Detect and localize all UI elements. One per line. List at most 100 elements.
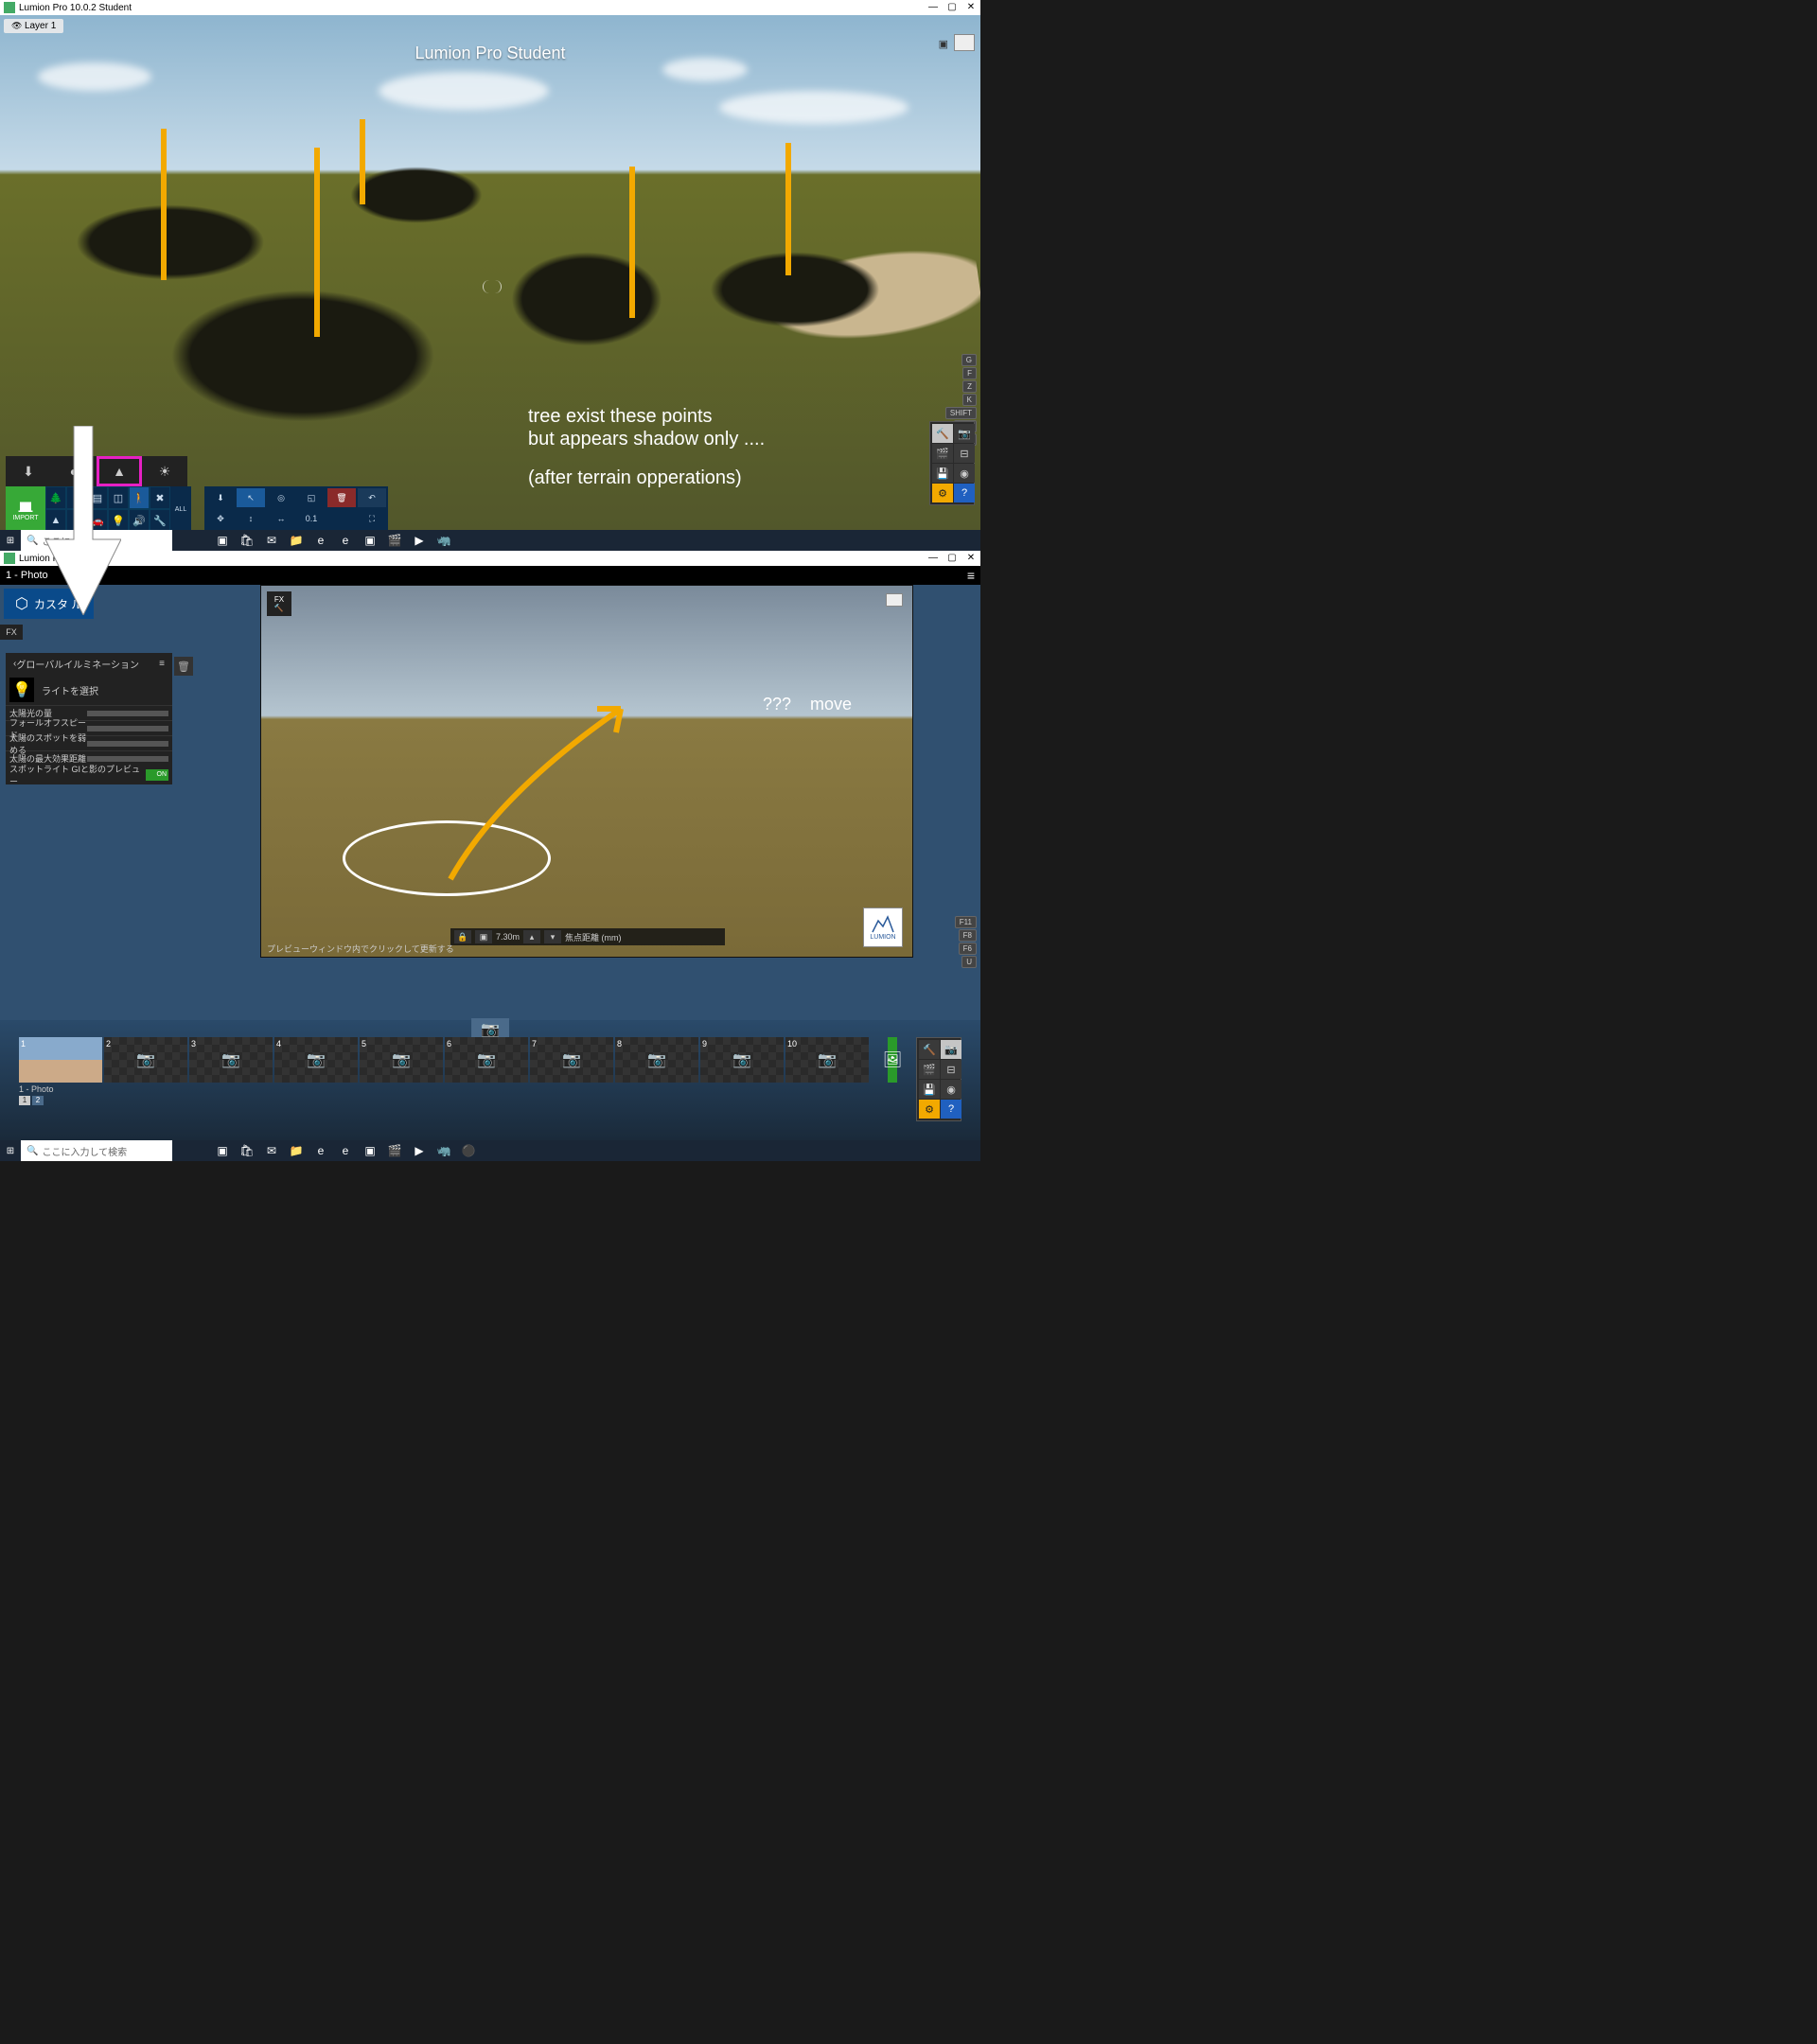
width-tool[interactable]: ↔ xyxy=(267,509,295,528)
panorama-mode[interactable]: ⊟ xyxy=(941,1060,961,1079)
photo-preview[interactable]: FX🔨 ??? move LUMION 🔒 ▣ 7.30m ▴ ▾ 焦点距離 (… xyxy=(260,585,913,958)
thumb-4[interactable]: 4📷 xyxy=(274,1037,358,1083)
build-mode[interactable]: 🔨 xyxy=(919,1040,940,1059)
thumb-6[interactable]: 6📷 xyxy=(445,1037,528,1083)
thumb-9[interactable]: 9📷 xyxy=(700,1037,784,1083)
lib-fx[interactable]: 🔧 xyxy=(150,509,170,530)
task-icon[interactable]: e xyxy=(333,1140,358,1161)
thumb-2[interactable]: 2📷 xyxy=(104,1037,187,1083)
task-icon[interactable]: 🛍 xyxy=(235,1140,259,1161)
lib-outdoor[interactable]: ▲ xyxy=(45,509,66,530)
save-button[interactable]: 💾 xyxy=(919,1080,940,1099)
materials-tab[interactable]: ◐ xyxy=(51,456,97,486)
import-button[interactable]: IMPORT xyxy=(6,486,45,530)
minimize-button[interactable]: — xyxy=(924,0,943,15)
files-button[interactable]: ◉ xyxy=(941,1080,961,1099)
thumb-7[interactable]: 7📷 xyxy=(530,1037,613,1083)
photo-mode-right[interactable]: 📷 xyxy=(954,424,975,443)
import-tab[interactable]: ⬇ xyxy=(6,456,51,486)
task-icon[interactable]: ▣ xyxy=(210,1140,235,1161)
start-button[interactable]: ⊞ xyxy=(0,1140,21,1161)
movie-mode[interactable]: 🎬 xyxy=(932,444,953,463)
value-input[interactable]: 0.1 xyxy=(297,509,326,528)
task-icon[interactable]: ⚫ xyxy=(456,1140,481,1161)
movie-mode[interactable]: 🎬 xyxy=(919,1060,940,1079)
height-tool[interactable]: ↕ xyxy=(237,509,265,528)
swatch[interactable] xyxy=(886,593,903,607)
task-icon[interactable]: e xyxy=(309,530,333,551)
page-2[interactable]: 2 xyxy=(32,1096,44,1105)
help-button[interactable]: ? xyxy=(941,1100,961,1119)
maximize-button[interactable]: ▢ xyxy=(943,0,961,15)
thumb-1[interactable]: 1 xyxy=(19,1037,102,1083)
color-swatch[interactable] xyxy=(954,34,975,51)
panorama-mode[interactable]: ⊟ xyxy=(954,444,975,463)
start-button[interactable]: ⊞ xyxy=(0,530,21,551)
thumb-3[interactable]: 3📷 xyxy=(189,1037,273,1083)
lib-people[interactable]: 🚶 xyxy=(129,486,150,509)
lib-sound[interactable]: 🔊 xyxy=(129,509,150,530)
lib-nature[interactable]: 🌲 xyxy=(45,486,66,509)
custom-style-button[interactable]: カスタ ル xyxy=(4,589,94,619)
task-icon[interactable]: e xyxy=(309,1140,333,1161)
lib-tools[interactable]: ✖ xyxy=(150,486,170,509)
layer-indicator[interactable]: Layer 1 xyxy=(4,19,63,33)
expand-tool[interactable]: ⛶ xyxy=(358,509,386,528)
files-button[interactable]: ◉ xyxy=(954,464,975,483)
task-icon[interactable]: ▣ xyxy=(358,1140,382,1161)
thumb-8[interactable]: 8📷 xyxy=(615,1037,698,1083)
delete-tool[interactable]: 🗑 xyxy=(327,488,356,507)
settings-button[interactable]: ⚙ xyxy=(919,1100,940,1119)
task-icon[interactable]: 🦏 xyxy=(432,1140,456,1161)
page-1[interactable]: 1 xyxy=(19,1096,30,1105)
task-icon[interactable]: ▣ xyxy=(210,530,235,551)
lib-light[interactable]: 💡 xyxy=(108,509,129,530)
effect-header[interactable]: グローバルイルミネーション≡ xyxy=(6,653,172,675)
lib-building[interactable]: ⌂ xyxy=(66,486,87,509)
lib-indoor[interactable]: ◫ xyxy=(108,486,129,509)
lib-vehicle[interactable]: ▤ xyxy=(87,486,108,509)
task-icon[interactable]: 🎬 xyxy=(382,530,407,551)
delete-effect-button[interactable]: 🗑 xyxy=(174,657,193,676)
move-tool[interactable]: ✥ xyxy=(206,509,235,528)
task-icon[interactable]: ▣ xyxy=(358,530,382,551)
up-button[interactable]: ▴ xyxy=(523,930,540,943)
task-icon[interactable]: ✉ xyxy=(259,530,284,551)
weather-tab[interactable]: ☀ xyxy=(142,456,187,486)
rotate-tool[interactable]: ◎ xyxy=(267,488,295,507)
search-box[interactable]: ここに入力して検索 xyxy=(21,1140,172,1161)
photo-mode[interactable]: 📷 xyxy=(941,1040,961,1059)
cam-icon[interactable]: ▣ xyxy=(475,930,492,943)
landscape-tab[interactable]: ▲ xyxy=(97,456,142,486)
minimize-button[interactable]: — xyxy=(924,551,943,566)
task-icon[interactable]: ▶ xyxy=(407,1140,432,1161)
task-icon[interactable]: 🎬 xyxy=(382,1140,407,1161)
fx-badge[interactable]: FX🔨 xyxy=(267,591,291,616)
slider-sun-spot[interactable]: 太陽のスポットを弱める xyxy=(6,735,172,750)
task-icon[interactable]: e xyxy=(333,530,358,551)
library-all-button[interactable]: ALL xyxy=(170,486,191,530)
menu-icon[interactable]: ≡ xyxy=(967,568,975,583)
down-button[interactable]: ▾ xyxy=(544,930,561,943)
task-icon[interactable]: 📁 xyxy=(284,1140,309,1161)
task-icon[interactable]: 🛍 xyxy=(235,530,259,551)
task-icon[interactable]: ▶ xyxy=(407,530,432,551)
place-tool[interactable]: ⬇ xyxy=(206,488,235,507)
build-mode[interactable]: 🔨 xyxy=(932,424,953,443)
toggle-gi-preview[interactable]: スポットライト GIと影のプレビューON xyxy=(6,766,172,784)
scale-tool[interactable]: ◱ xyxy=(297,488,326,507)
lib-fence[interactable]: ♯ xyxy=(66,509,87,530)
thumb-5[interactable]: 5📷 xyxy=(360,1037,443,1083)
fx-tab[interactable]: FX xyxy=(0,625,23,640)
task-icon[interactable]: ✉ xyxy=(259,1140,284,1161)
render-button[interactable]: 🖼 xyxy=(888,1037,897,1083)
thumb-10[interactable]: 10📷 xyxy=(785,1037,869,1083)
settings-button[interactable]: ⚙ xyxy=(932,484,953,502)
close-button[interactable]: ✕ xyxy=(961,551,980,566)
lib-transport[interactable]: 🚗 xyxy=(87,509,108,530)
light-select-row[interactable]: 💡 ライトを選択 xyxy=(6,675,172,705)
search-box[interactable]: ここに入 xyxy=(21,530,172,551)
viewport-main[interactable]: Lumion Pro Student Layer 1 ▣ tree exist … xyxy=(0,15,980,530)
close-button[interactable]: ✕ xyxy=(961,0,980,15)
help-button[interactable]: ? xyxy=(954,484,975,502)
